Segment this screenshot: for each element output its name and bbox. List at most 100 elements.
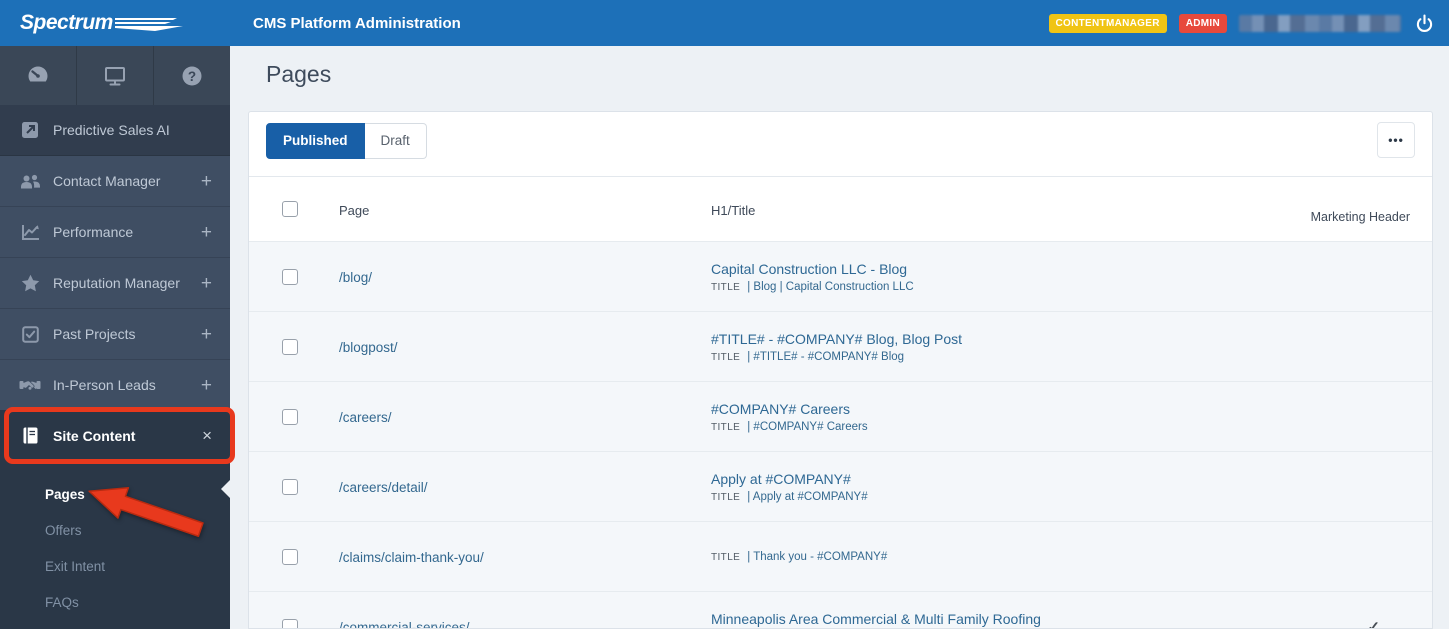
app-title: CMS Platform Administration	[253, 14, 461, 32]
page-path-link[interactable]: /claims/claim-thank-you/	[339, 522, 484, 592]
tab-published[interactable]: Published	[266, 123, 365, 159]
table-row[interactable]: /careers/detail/ Apply at #COMPANY# TITL…	[249, 451, 1432, 521]
tab-draft[interactable]: Draft	[364, 123, 427, 159]
sidebar-subitem-website-about[interactable]: Website About	[0, 620, 230, 629]
h1-link[interactable]: #TITLE# - #COMPANY# Blog, Blog Post	[711, 331, 1192, 348]
table-header-row: Page H1/Title Marketing Header	[249, 177, 1432, 241]
title-label: TITLE	[711, 552, 741, 563]
top-bar: Spectrum CMS Platform Administration CON…	[0, 0, 1449, 46]
h1-link[interactable]: #COMPANY# Careers	[711, 401, 1192, 418]
external-link-icon	[18, 121, 42, 139]
sidebar-icon-strip: ?	[0, 46, 230, 105]
page-path-link[interactable]: /commercial-services/	[339, 592, 470, 629]
sidebar-item-label: Contact Manager	[53, 173, 161, 189]
sidebar-subitem-exit-intent[interactable]: Exit Intent	[0, 548, 230, 584]
h1-title-cell: Capital Construction LLC - Blog TITLE | B…	[711, 242, 1192, 312]
title-label: TITLE	[711, 282, 741, 294]
dashboard-button[interactable]	[0, 46, 77, 105]
table-row[interactable]: /claims/claim-thank-you/ TITLE | Thank yo…	[249, 521, 1432, 591]
page-path-link[interactable]: /blogpost/	[339, 312, 398, 382]
sidebar-item-label: Reputation Manager	[53, 275, 180, 291]
column-header-h1-title: H1/Title	[711, 203, 756, 218]
logo-swoosh-icon	[114, 18, 183, 31]
h1-title-cell: #TITLE# - #COMPANY# Blog, Blog Post TITL…	[711, 312, 1192, 382]
title-label: TITLE	[711, 352, 741, 364]
h1-title-cell: #COMPANY# Careers TITLE | #COMPANY# Caree…	[711, 382, 1192, 452]
line-chart-icon	[18, 223, 42, 241]
row-checkbox[interactable]	[282, 479, 298, 495]
sidebar-item-predictive-sales-ai[interactable]: Predictive Sales AI	[0, 105, 230, 156]
checkmark-icon: ✓	[1367, 619, 1380, 629]
sidebar-subitem-offers[interactable]: Offers	[0, 512, 230, 548]
book-icon	[18, 427, 42, 444]
row-checkbox[interactable]	[282, 549, 298, 565]
top-bar-right: CONTENTMANAGER ADMIN	[1048, 12, 1449, 34]
sidebar: ? Predictive Sales AI Contact Manager + …	[0, 46, 230, 629]
pages-card: Published Draft ••• Page H1/Title Market…	[248, 111, 1433, 629]
page-path-link[interactable]: /blog/	[339, 242, 372, 312]
sidebar-subitem-faqs[interactable]: FAQs	[0, 584, 230, 620]
close-icon[interactable]: ×	[202, 427, 212, 444]
row-checkbox[interactable]	[282, 619, 298, 628]
sidebar-item-in-person-leads[interactable]: In-Person Leads +	[0, 360, 230, 411]
site-preview-button[interactable]	[77, 46, 154, 105]
sidebar-item-label: Site Content	[53, 427, 136, 444]
column-header-marketing-header: Marketing Header	[1310, 210, 1410, 224]
logout-button[interactable]	[1413, 12, 1435, 34]
h1-link[interactable]: Apply at #COMPANY#	[711, 471, 1192, 488]
title-value: | Apply at #COMPANY#	[747, 491, 868, 504]
sidebar-item-contact-manager[interactable]: Contact Manager +	[0, 156, 230, 207]
table-row[interactable]: /blogpost/ #TITLE# - #COMPANY# Blog, Blo…	[249, 311, 1432, 381]
sidebar-item-reputation-manager[interactable]: Reputation Manager +	[0, 258, 230, 309]
page-title: Pages	[266, 61, 332, 87]
handshake-icon	[18, 377, 42, 393]
h1-link[interactable]: Minneapolis Area Commercial & Multi Fami…	[711, 611, 1192, 628]
more-options-button[interactable]: •••	[1377, 122, 1415, 158]
page-path-link[interactable]: /careers/detail/	[339, 452, 428, 522]
help-button[interactable]: ?	[154, 46, 230, 105]
title-label: TITLE	[711, 492, 741, 504]
title-value: | #TITLE# - #COMPANY# Blog	[747, 351, 905, 364]
table-body: /blog/ Capital Construction LLC - Blog T…	[249, 241, 1432, 629]
title-value: | Thank you - #COMPANY#	[747, 551, 888, 563]
table-row[interactable]: /commercial-services/ Minneapolis Area C…	[249, 591, 1432, 629]
sidebar-subitem-pages[interactable]: Pages	[0, 476, 230, 512]
expand-icon: +	[200, 323, 212, 345]
expand-icon: +	[200, 170, 212, 192]
brand-logo-text: Spectrum	[20, 11, 113, 34]
sidebar-item-past-projects[interactable]: Past Projects +	[0, 309, 230, 360]
app-window: Spectrum CMS Platform Administration CON…	[0, 0, 1449, 629]
active-item-caret	[221, 480, 230, 498]
svg-text:?: ?	[188, 69, 196, 84]
table-row[interactable]: /blog/ Capital Construction LLC - Blog T…	[249, 241, 1432, 311]
sidebar-item-label: Performance	[53, 224, 134, 240]
star-icon	[18, 274, 42, 292]
sidebar-item-label: Predictive Sales AI	[53, 122, 170, 138]
h1-title-cell: TITLE | Thank you - #COMPANY#	[711, 522, 1192, 592]
title-label: TITLE	[711, 422, 741, 434]
expand-icon: +	[200, 374, 212, 396]
subitem-label: Pages	[45, 486, 85, 502]
desktop-icon	[105, 66, 125, 85]
subitem-label: FAQs	[45, 594, 79, 610]
page-path-link[interactable]: /careers/	[339, 382, 392, 452]
subitem-label: Offers	[45, 522, 82, 538]
more-options-icon: •••	[1388, 133, 1404, 147]
row-checkbox[interactable]	[282, 409, 298, 425]
sidebar-item-label: In-Person Leads	[53, 377, 156, 393]
card-toolbar: Published Draft •••	[249, 112, 1432, 177]
role-badge-admin: ADMIN	[1178, 13, 1227, 33]
row-checkbox[interactable]	[282, 269, 298, 285]
sidebar-item-site-content[interactable]: Site Content ×	[0, 410, 230, 461]
title-value: | Blog | Capital Construction LLC	[747, 281, 914, 294]
expand-icon: +	[200, 272, 212, 294]
row-checkbox[interactable]	[282, 339, 298, 355]
sidebar-item-label: Past Projects	[53, 326, 136, 342]
select-all-checkbox[interactable]	[282, 201, 298, 217]
sidebar-item-performance[interactable]: Performance +	[0, 207, 230, 258]
h1-link[interactable]: Capital Construction LLC - Blog	[711, 261, 1192, 278]
column-header-page: Page	[339, 203, 370, 218]
table-row[interactable]: /careers/ #COMPANY# Careers TITLE | #COMP…	[249, 381, 1432, 451]
help-icon: ?	[182, 66, 202, 85]
brand-logo[interactable]: Spectrum	[0, 0, 230, 46]
